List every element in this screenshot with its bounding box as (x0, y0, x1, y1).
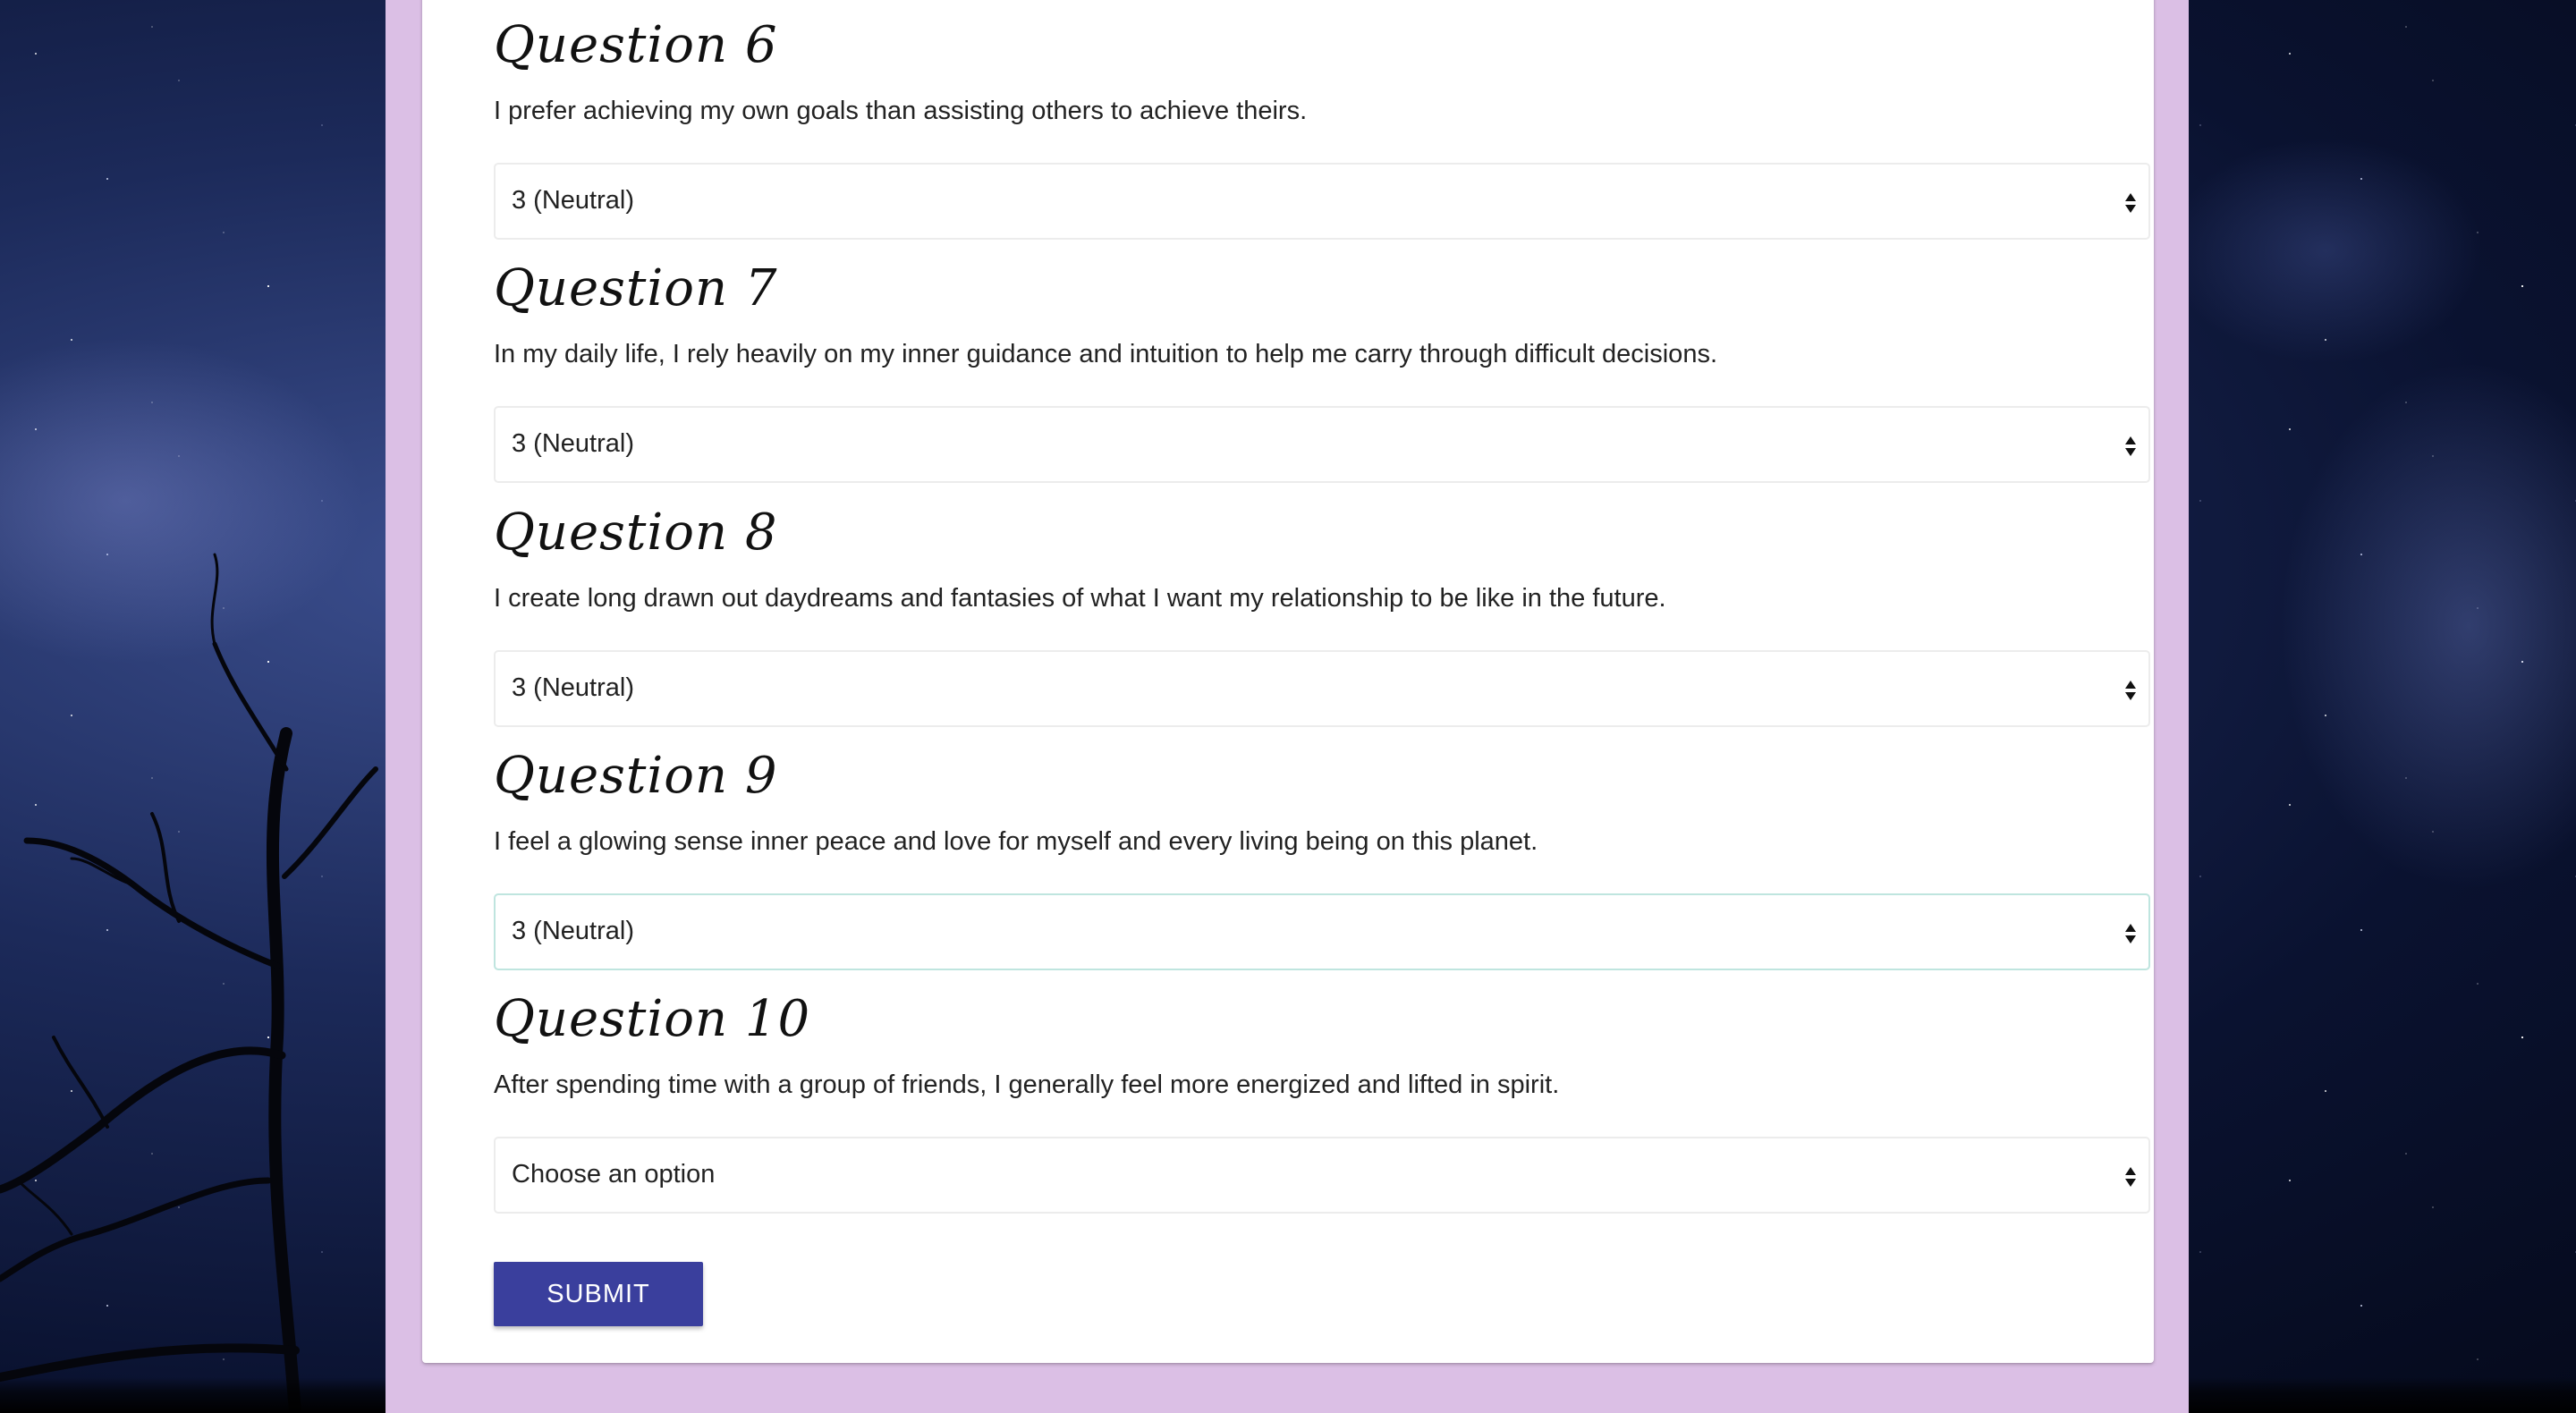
question-text: I prefer achieving my own goals than ass… (494, 97, 1308, 125)
answer-select[interactable]: 3 (Neutral) (494, 163, 2150, 240)
select-value: 3 (Neutral) (512, 429, 634, 458)
select-value: Choose an option (512, 1160, 716, 1189)
answer-select[interactable]: Choose an option (494, 1137, 2150, 1214)
submit-button[interactable]: SUBMIT (494, 1262, 703, 1326)
select-value: 3 (Neutral) (512, 186, 634, 215)
select-value: 3 (Neutral) (512, 917, 634, 945)
question-6: Question 6 I prefer achieving my own goa… (494, 16, 2154, 249)
answer-select[interactable]: 3 (Neutral) (494, 893, 2150, 970)
quiz-form-card: Question 6 I prefer achieving my own goa… (422, 0, 2154, 1363)
answer-select[interactable]: 3 (Neutral) (494, 406, 2150, 483)
sort-arrows-icon (2125, 436, 2136, 456)
question-text: In my daily life, I rely heavily on my i… (494, 340, 1717, 368)
question-9: Question 9 I feel a glowing sense inner … (494, 747, 2154, 979)
question-title: Question 6 (494, 16, 778, 74)
sort-arrows-icon (2125, 924, 2136, 943)
sort-arrows-icon (2125, 681, 2136, 700)
question-7: Question 7 In my daily life, I rely heav… (494, 259, 2154, 492)
question-title: Question 9 (494, 747, 778, 805)
tree-silhouette (0, 553, 378, 1413)
question-title: Question 7 (494, 259, 778, 317)
answer-select[interactable]: 3 (Neutral) (494, 650, 2150, 727)
sort-arrows-icon (2125, 193, 2136, 213)
question-text: I feel a glowing sense inner peace and l… (494, 827, 1538, 856)
sort-arrows-icon (2125, 1167, 2136, 1187)
question-10: Question 10 After spending time with a g… (494, 990, 2154, 1223)
page-column: Question 6 I prefer achieving my own goa… (386, 0, 2189, 1413)
question-text: I create long drawn out daydreams and fa… (494, 584, 1666, 613)
question-title: Question 8 (494, 503, 778, 562)
question-title: Question 10 (494, 990, 811, 1048)
question-text: After spending time with a group of frie… (494, 1070, 1560, 1099)
select-value: 3 (Neutral) (512, 673, 634, 702)
question-8: Question 8 I create long drawn out daydr… (494, 503, 2154, 736)
